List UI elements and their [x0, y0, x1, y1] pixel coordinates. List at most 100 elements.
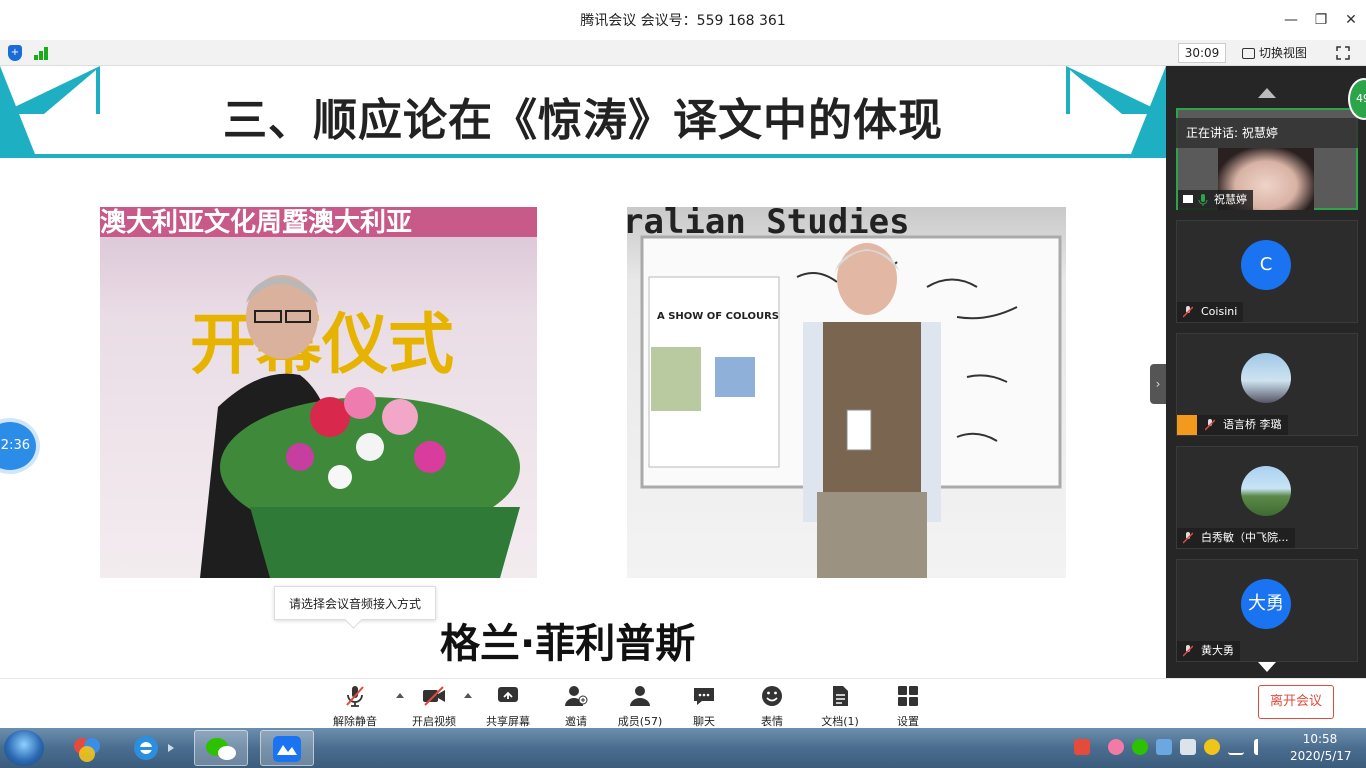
screen-share-icon — [1183, 195, 1193, 203]
settings-grid-icon — [898, 686, 918, 706]
taskbar-app-ie[interactable] — [124, 730, 178, 766]
network-signal-icon[interactable] — [34, 46, 52, 60]
collapse-panel-button[interactable]: › — [1150, 364, 1166, 404]
share-screen-label: 共享屏幕 — [486, 715, 530, 728]
mic-icon — [1198, 194, 1208, 206]
start-button[interactable] — [4, 730, 44, 766]
picasa-icon — [74, 738, 100, 762]
wechat-icon — [206, 738, 236, 760]
photo-man-at-whiteboard: ralian Studies A SHOW OF COLOURS — [627, 207, 1066, 578]
window-title: 腾讯会议 会议号：559 168 361 — [580, 13, 786, 29]
windows-taskbar: 10:58 2020/5/17 — [0, 728, 1366, 768]
mic-muted-icon — [1205, 419, 1215, 431]
settings-button[interactable]: 设置 — [878, 683, 938, 728]
window-controls: — ❐ ✕ — [1276, 0, 1366, 40]
photo-banner-text: 澳大利亚文化周暨澳大利亚 — [100, 207, 412, 238]
security-shield-icon[interactable]: + — [8, 45, 22, 61]
participant-avatar: 大勇 — [1241, 579, 1291, 629]
members-label: 成员(57) — [617, 715, 663, 728]
switch-view-label: 切换视图 — [1259, 46, 1308, 60]
taskbar-clock[interactable]: 10:58 2020/5/17 — [1290, 731, 1352, 765]
participant-name: 黄大勇 — [1201, 644, 1234, 657]
unmute-button[interactable]: 解除静音 — [325, 683, 385, 728]
tencent-meeting-icon — [273, 736, 301, 762]
document-icon — [833, 686, 848, 706]
audio-connection-tooltip[interactable]: 请选择会议音频接入方式 — [274, 586, 436, 620]
taskbar-app-tencent-meeting[interactable] — [260, 730, 314, 766]
usb-device-icon[interactable] — [1180, 739, 1196, 755]
minimize-button[interactable]: — — [1276, 0, 1306, 40]
share-screen-button[interactable]: 共享屏幕 — [478, 683, 538, 728]
tray-app-icon[interactable] — [1156, 739, 1172, 755]
leave-meeting-button[interactable]: 离开会议 — [1258, 685, 1334, 719]
documents-button[interactable]: 文档(1) — [810, 683, 870, 728]
mic-muted-icon — [1183, 645, 1193, 657]
close-button[interactable]: ✕ — [1336, 0, 1366, 40]
participant-name: 语言桥 李璐 — [1223, 418, 1282, 431]
title-bar: 腾讯会议 会议号：559 168 361 — ❐ ✕ — [0, 0, 1366, 40]
settings-label: 设置 — [897, 715, 919, 728]
network-icon[interactable] — [1228, 739, 1244, 755]
photo-podium-text: 开幕仪式 — [190, 306, 454, 383]
participant-name-tag: Coisini — [1177, 302, 1244, 322]
participant-name-tag: 黄大勇 — [1177, 641, 1240, 661]
members-button[interactable]: 成员(57) — [610, 683, 670, 728]
invite-label: 邀请 — [565, 715, 587, 728]
participant-avatar: C — [1241, 240, 1291, 290]
start-video-button[interactable]: 开启视频 — [404, 683, 464, 728]
scroll-down-icon[interactable] — [1258, 662, 1276, 672]
participant-name-tag: 语言桥 李璐 — [1177, 415, 1288, 435]
camera-off-icon — [423, 686, 445, 706]
volume-icon[interactable] — [1254, 739, 1270, 755]
audio-options-caret-icon[interactable] — [396, 693, 404, 698]
switch-view-button[interactable]: 切换视图 — [1242, 43, 1322, 63]
participant-name: Coisini — [1201, 305, 1238, 318]
participant-name-tag: 白秀敏（中飞院... — [1177, 528, 1295, 548]
slide-caption: 格兰·菲利普斯 — [440, 621, 696, 667]
photo-speaker-at-podium: 澳大利亚文化周暨澳大利亚 开幕仪式 — [100, 207, 537, 578]
photo-board-title: A SHOW OF COLOURS — [657, 311, 779, 322]
clock-date: 2020/5/17 — [1290, 749, 1352, 763]
emoji-icon — [762, 686, 782, 706]
participant-name-tag: 祝慧婷 — [1178, 190, 1253, 210]
emoji-label: 表情 — [761, 715, 783, 728]
meeting-duration: 30:09 — [1178, 43, 1226, 63]
taskbar-app-wechat[interactable] — [194, 730, 248, 766]
tray-app-icon[interactable] — [1108, 739, 1124, 755]
clock-time: 10:58 — [1302, 732, 1338, 746]
host-icon — [1177, 415, 1197, 435]
fullscreen-icon[interactable] — [1336, 46, 1350, 60]
security-tray-icon[interactable] — [1204, 739, 1220, 755]
scroll-up-icon[interactable] — [1258, 88, 1276, 98]
slide-title: 三、顺应论在《惊涛》译文中的体现 — [223, 95, 943, 146]
sogou-input-icon[interactable] — [1074, 739, 1090, 755]
start-video-label: 开启视频 — [412, 715, 456, 728]
add-user-icon — [565, 686, 588, 706]
participant-avatar — [1241, 466, 1291, 516]
video-options-caret-icon[interactable] — [464, 693, 472, 698]
meeting-info-bar: + 30:09 切换视图 — [0, 40, 1366, 66]
emoji-button[interactable]: 表情 — [742, 683, 802, 728]
unmute-label: 解除静音 — [333, 715, 377, 728]
shared-screen-slide: 三、顺应论在《惊涛》译文中的体现 澳大利亚文化周暨澳大利亚 开幕仪式 ralia… — [0, 66, 1166, 678]
chat-icon — [694, 688, 714, 705]
members-icon — [630, 686, 650, 706]
taskbar-app-picasa[interactable] — [60, 730, 114, 766]
speaking-label: 正在讲话: 祝慧婷 — [1186, 126, 1278, 140]
participant-name: 白秀敏（中飞院... — [1201, 531, 1289, 544]
meeting-toolbar: 解除静音 开启视频 共享屏幕 邀请 成员(57) 聊天 表情 文档(1) 设置 … — [0, 678, 1366, 728]
wechat-tray-icon[interactable] — [1132, 739, 1148, 755]
chat-button[interactable]: 聊天 — [674, 683, 734, 728]
chat-label: 聊天 — [693, 715, 715, 728]
documents-label: 文档(1) — [821, 715, 859, 728]
mic-muted-icon — [346, 686, 364, 707]
internet-explorer-icon — [134, 736, 174, 760]
mic-muted-icon — [1183, 532, 1193, 544]
speaking-indicator: 正在讲话: 祝慧婷 — [1176, 118, 1358, 148]
invite-button[interactable]: 邀请 — [546, 683, 606, 728]
participant-name: 祝慧婷 — [1214, 193, 1247, 206]
restore-button[interactable]: ❐ — [1306, 0, 1336, 40]
grid-view-icon — [1242, 47, 1255, 59]
share-screen-icon — [498, 687, 518, 702]
mic-muted-icon — [1183, 306, 1193, 318]
